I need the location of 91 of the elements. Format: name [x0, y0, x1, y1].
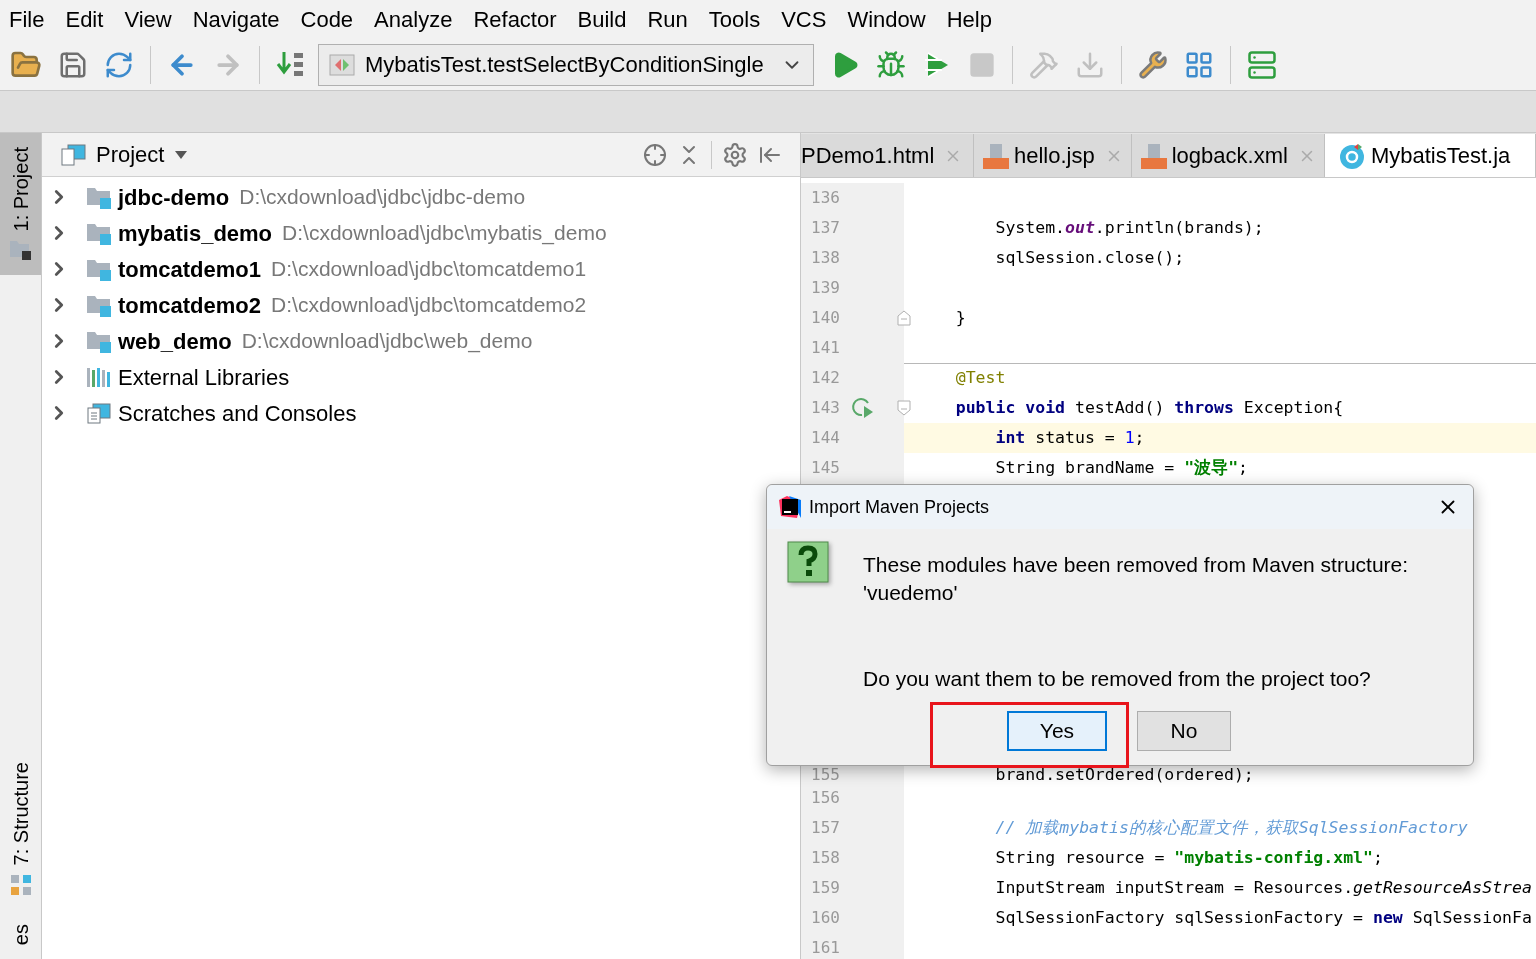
line-number: 143: [811, 397, 840, 419]
line-number: 137: [811, 217, 840, 239]
caret-icon[interactable]: [174, 149, 189, 160]
line-number: 161: [811, 937, 840, 959]
editor-tab[interactable]: MybatisTest.ja: [1324, 134, 1536, 177]
module-folder-icon: [86, 329, 112, 353]
code-line: }: [954, 306, 966, 329]
module-folder-icon: [86, 185, 112, 209]
test-config-icon: [329, 53, 355, 76]
dialog-question: Do you want them to be removed from the project too?: [863, 666, 1372, 692]
code-line: int status = 1;: [994, 426, 1145, 449]
menu-item[interactable]: Help: [946, 3, 992, 36]
tree-item[interactable]: tomcatdemo1 D:\cxdownload\jdbc\tomcatdemo1: [42, 251, 800, 287]
line-number: 158: [811, 847, 840, 869]
file-icon: [982, 141, 1010, 170]
code-line: sqlSession.close();: [994, 246, 1185, 269]
dialog-title: Import Maven Projects: [809, 495, 991, 519]
locate-icon[interactable]: [643, 142, 667, 167]
file-icon: [1139, 141, 1168, 170]
code-line: String brandName = "波导";: [994, 456, 1249, 479]
menu-item[interactable]: VCS: [781, 3, 827, 36]
folder-icon: [8, 239, 33, 262]
menu-item[interactable]: Edit: [65, 3, 104, 36]
run-icon[interactable]: [851, 397, 875, 419]
tree-item[interactable]: External Libraries: [42, 359, 800, 395]
line-number: 156: [811, 787, 840, 809]
tree-item[interactable]: mybatis_demo D:\cxdownload\jdbc\mybatis_demo: [42, 215, 800, 251]
line-number: 142: [811, 367, 840, 389]
tree-item[interactable]: Scratches and Consoles: [42, 395, 800, 431]
editor-tab[interactable]: hello.jsp: [974, 134, 1132, 177]
dialog-message: These modules have been removed from Maven structure: 'vuedemo': [863, 552, 1410, 606]
tree-item[interactable]: tomcatdemo2 D:\cxdownload\jdbc\tomcatdemo2: [42, 287, 800, 323]
menu-item[interactable]: Run: [647, 3, 688, 36]
tree-item[interactable]: web_demo D:\cxdownload\jdbc\web_demo: [42, 323, 800, 359]
editor-tab[interactable]: logback.xml: [1131, 134, 1325, 177]
line-number: 138: [811, 247, 840, 269]
line-number: 145: [811, 457, 840, 479]
project-icon: [60, 142, 86, 167]
app-icon: [779, 496, 801, 518]
libraries-icon: [86, 365, 112, 389]
module-path: D:\cxdownload\jdbc\web_demo: [241, 328, 533, 355]
question-icon: [787, 541, 829, 583]
tool-window-tab[interactable]: es: [0, 909, 41, 959]
debug-icon[interactable]: [876, 49, 906, 80]
line-number: 157: [811, 817, 840, 839]
module-folder-icon: [86, 293, 112, 317]
code-line: String resource = "mybatis-config.xml";: [994, 846, 1383, 869]
sdk-icon[interactable]: [1247, 49, 1277, 80]
editor-tab[interactable]: PDemo1.html: [801, 134, 974, 177]
line-number: 136: [811, 187, 840, 209]
menu-item[interactable]: Code: [300, 3, 354, 36]
menu-item[interactable]: Build: [577, 3, 627, 36]
code-line: public void testAdd() throws Exception{: [954, 396, 1344, 419]
module-path: D:\cxdownload\jdbc\tomcatdemo2: [271, 292, 587, 319]
line-number: 155: [811, 763, 840, 786]
wrench-icon[interactable]: [1138, 49, 1168, 80]
module-folder-icon: [86, 257, 112, 281]
menu-item[interactable]: Window: [847, 3, 926, 36]
tool-window-tab[interactable]: 1: Project: [0, 133, 41, 276]
code-line: InputStream inputStream = Resources.getResourceAsStrea: [994, 876, 1532, 899]
menu-item[interactable]: File: [9, 3, 45, 36]
panel-title[interactable]: Project: [96, 138, 165, 171]
menu-item[interactable]: Analyze: [374, 3, 453, 36]
module-path: D:\cxdownload\jdbc\jdbc-demo: [239, 184, 526, 211]
code-line: brand.setOrdered(ordered);: [994, 766, 1254, 783]
line-number: 144: [811, 427, 840, 449]
code-line: // 加载mybatis的核心配置文件，获取SqlSessionFactory: [994, 816, 1468, 839]
line-number: 160: [811, 907, 840, 929]
module-path: D:\cxdownload\jdbc\tomcatdemo1: [271, 256, 587, 283]
menu-item[interactable]: Tools: [708, 3, 761, 36]
module-path: D:\cxdownload\jdbc\mybatis_demo: [282, 220, 607, 247]
menu-item[interactable]: Refactor: [473, 3, 557, 36]
line-number: 139: [811, 277, 840, 299]
code-line: @Test: [954, 367, 1006, 390]
line-number: 140: [811, 307, 840, 329]
tool-window-tab[interactable]: 7: Structure: [0, 748, 41, 910]
code-line: SqlSessionFactory sqlSessionFactory = new SqlSessionFa: [994, 906, 1532, 929]
code-line: System.out.println(brands);: [994, 216, 1264, 239]
structure-icon: [9, 873, 32, 896]
scratches-icon: [86, 401, 112, 425]
dialog-button[interactable]: No: [1137, 711, 1231, 751]
line-number: 159: [811, 877, 840, 899]
module-folder-icon: [86, 221, 112, 245]
tree-item[interactable]: jdbc-demo D:\cxdownload\jdbc\jdbc-demo: [42, 179, 800, 215]
run-configuration-dropdown[interactable]: MybatisTest.testSelectByConditionSingle: [318, 43, 814, 86]
menu-item[interactable]: View: [124, 3, 172, 36]
menu-item[interactable]: Navigate: [192, 3, 280, 36]
line-number: 141: [811, 337, 840, 359]
class-icon: [1338, 141, 1367, 170]
dialog-button[interactable]: Yes: [1007, 711, 1107, 751]
settings-icon[interactable]: [722, 141, 748, 168]
